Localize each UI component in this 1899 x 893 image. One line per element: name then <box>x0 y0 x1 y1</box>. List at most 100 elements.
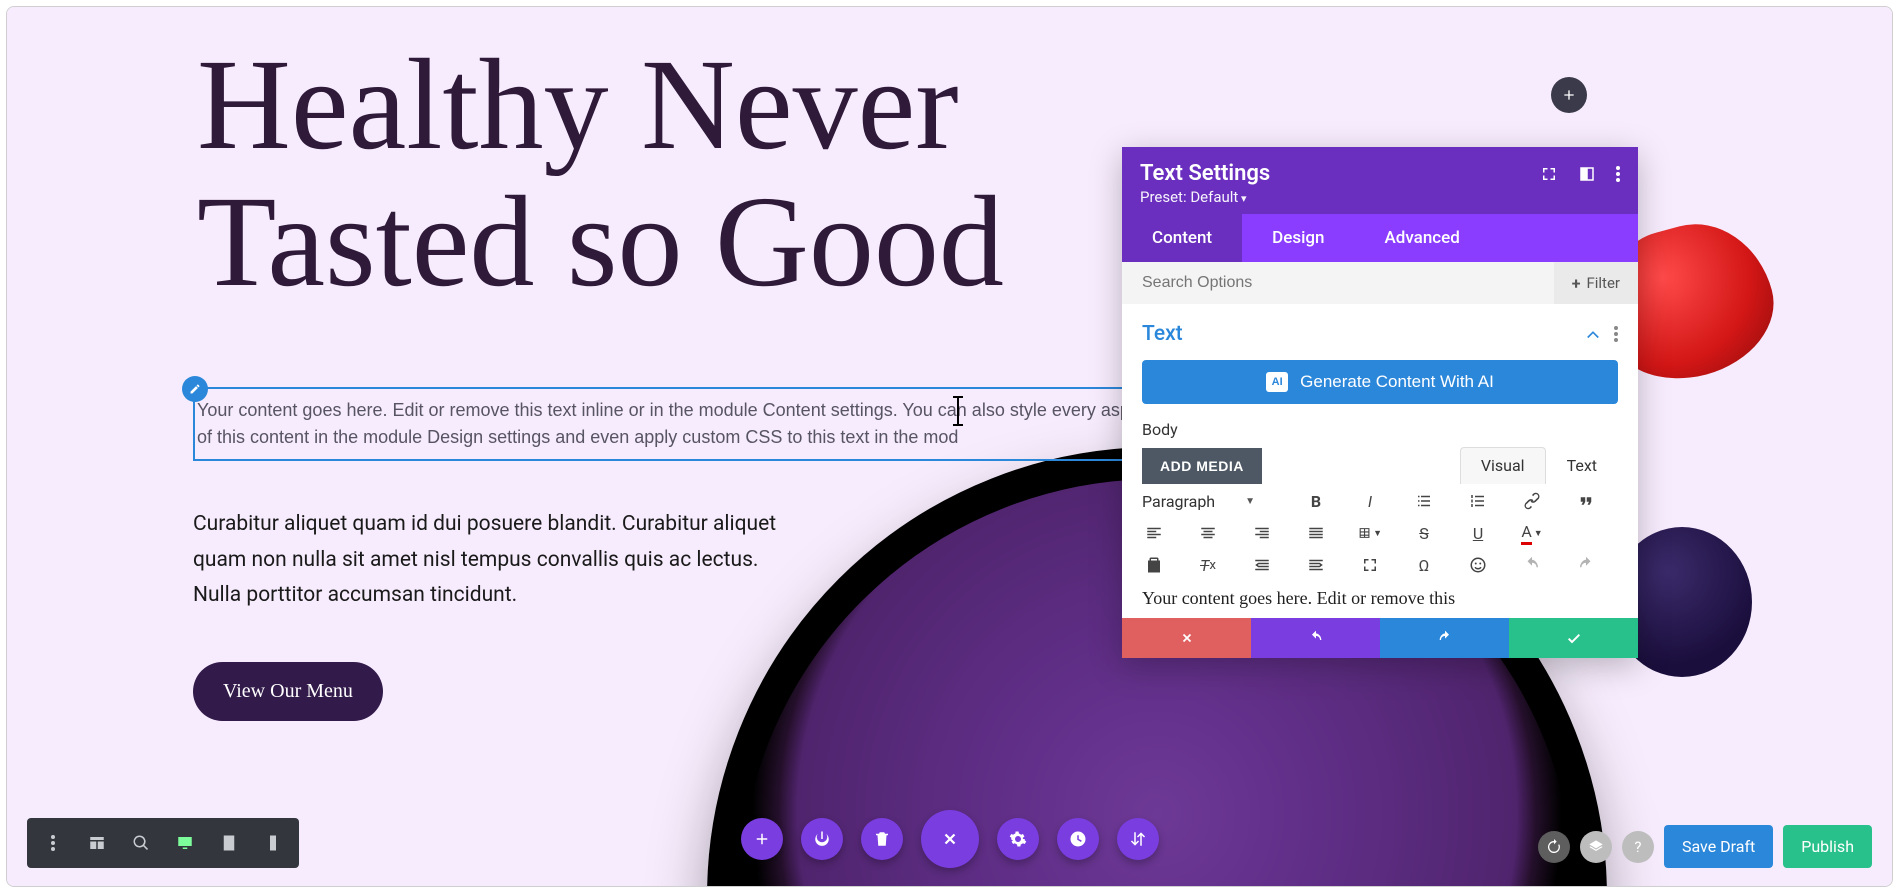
tab-advanced[interactable]: Advanced <box>1355 214 1490 262</box>
section-menu-icon[interactable] <box>1614 324 1618 344</box>
bc-delete-button[interactable] <box>861 818 903 860</box>
panel-footer <box>1122 618 1638 658</box>
special-char-button[interactable]: Ω <box>1412 554 1436 576</box>
paragraph-dropdown[interactable]: Paragraph ▼ <box>1142 492 1294 511</box>
bc-sort-button[interactable] <box>1117 818 1159 860</box>
editor-tab-visual[interactable]: Visual <box>1460 447 1546 484</box>
search-options-input[interactable] <box>1122 262 1554 304</box>
bc-power-button[interactable] <box>801 818 843 860</box>
generate-label: Generate Content With AI <box>1300 372 1494 392</box>
redo-button[interactable] <box>1574 554 1598 576</box>
plus-icon <box>753 830 771 848</box>
save-draft-button[interactable]: Save Draft <box>1664 825 1773 868</box>
tablet-view-button[interactable] <box>207 824 251 862</box>
module-edit-handle[interactable] <box>182 376 208 402</box>
indent-button[interactable] <box>1304 554 1328 576</box>
publish-area: ? Save Draft Publish <box>1538 825 1872 868</box>
redo-icon <box>1437 630 1453 646</box>
phone-view-button[interactable] <box>251 824 295 862</box>
expand-icon[interactable] <box>1540 165 1558 183</box>
page-actions-toolbar <box>741 810 1159 868</box>
publish-button[interactable]: Publish <box>1783 825 1872 868</box>
layers-icon <box>1588 839 1604 855</box>
history-revisions-button[interactable] <box>1538 831 1570 863</box>
underline-button[interactable]: U <box>1466 522 1490 544</box>
hamburger-menu-button[interactable] <box>31 824 75 862</box>
editor-tab-text[interactable]: Text <box>1546 447 1618 484</box>
panel-redo-button[interactable] <box>1380 618 1509 658</box>
view-menu-button[interactable]: View Our Menu <box>193 662 383 721</box>
help-button[interactable]: ? <box>1622 831 1654 863</box>
hero-line1: Healthy Never <box>197 37 1004 174</box>
panel-menu-icon[interactable] <box>1616 164 1620 184</box>
link-button[interactable] <box>1520 490 1544 512</box>
layers-button[interactable] <box>1580 831 1612 863</box>
undo-icon <box>1308 630 1324 646</box>
panel-cancel-button[interactable] <box>1122 618 1251 658</box>
wireframe-view-button[interactable] <box>75 824 119 862</box>
collapse-icon[interactable] <box>1586 329 1600 339</box>
panel-search-row: + Filter <box>1122 262 1638 304</box>
editor-toolbar: Paragraph ▼ B I ▼ S U <box>1142 490 1618 576</box>
table-button[interactable]: ▼ <box>1358 522 1382 544</box>
panel-header: Text Settings Preset: Default <box>1122 147 1638 214</box>
emoji-button[interactable] <box>1466 554 1490 576</box>
snap-panel-icon[interactable] <box>1578 165 1596 183</box>
bold-button[interactable]: B <box>1304 490 1328 512</box>
strikethrough-button[interactable]: S <box>1412 522 1436 544</box>
gear-icon <box>1009 830 1027 848</box>
check-icon <box>1566 630 1582 646</box>
align-right-button[interactable] <box>1250 522 1274 544</box>
sort-icon <box>1129 830 1147 848</box>
fullscreen-button[interactable] <box>1358 554 1382 576</box>
page-canvas: Healthy Never Tasted so Good Your conten… <box>7 7 1892 886</box>
trash-icon <box>873 830 891 848</box>
filter-button[interactable]: + Filter <box>1554 262 1638 304</box>
section-label-text: Text <box>1142 322 1183 346</box>
undo-button[interactable] <box>1520 554 1544 576</box>
tab-content[interactable]: Content <box>1122 214 1242 262</box>
ai-icon: AI <box>1266 372 1288 392</box>
view-toolbar <box>27 818 299 868</box>
generate-ai-button[interactable]: AI Generate Content With AI <box>1142 360 1618 404</box>
selected-text-module[interactable]: Your content goes here. Edit or remove t… <box>193 387 1177 461</box>
zoom-button[interactable] <box>119 824 163 862</box>
filter-label: Filter <box>1586 274 1620 292</box>
panel-undo-button[interactable] <box>1251 618 1380 658</box>
panel-title: Text Settings <box>1140 161 1270 186</box>
clear-formatting-button[interactable]: Tx <box>1196 554 1220 576</box>
editable-text[interactable]: Your content goes here. Edit or remove t… <box>195 397 1175 451</box>
tab-design[interactable]: Design <box>1242 214 1354 262</box>
bc-close-button[interactable] <box>921 810 979 868</box>
close-icon <box>1180 631 1194 645</box>
paste-button[interactable] <box>1142 554 1166 576</box>
preset-dropdown[interactable]: Preset: Default <box>1140 188 1620 206</box>
quote-button[interactable] <box>1574 490 1598 512</box>
align-justify-button[interactable] <box>1304 522 1328 544</box>
outdent-button[interactable] <box>1250 554 1274 576</box>
desktop-view-button[interactable] <box>163 824 207 862</box>
add-module-button[interactable] <box>1551 77 1587 113</box>
body-paragraph: Curabitur aliquet quam id dui posuere bl… <box>193 507 803 614</box>
power-icon <box>813 830 831 848</box>
panel-save-button[interactable] <box>1509 618 1638 658</box>
text-caret <box>957 397 959 425</box>
text-color-button[interactable]: A▼ <box>1520 522 1544 544</box>
clock-icon <box>1069 830 1087 848</box>
hero-heading: Healthy Never Tasted so Good <box>197 37 1004 310</box>
close-icon <box>941 830 959 848</box>
numbered-list-button[interactable] <box>1466 490 1490 512</box>
bc-settings-button[interactable] <box>997 818 1039 860</box>
italic-button[interactable]: I <box>1358 490 1382 512</box>
align-left-button[interactable] <box>1142 522 1166 544</box>
bullet-list-button[interactable] <box>1412 490 1436 512</box>
text-settings-panel: Text Settings Preset: Default Content De… <box>1122 147 1638 658</box>
bc-history-button[interactable] <box>1057 818 1099 860</box>
paragraph-label: Paragraph <box>1142 492 1215 511</box>
align-center-button[interactable] <box>1196 522 1220 544</box>
pencil-icon <box>189 383 201 395</box>
plus-icon <box>1561 87 1577 103</box>
editor-textarea[interactable]: Your content goes here. Edit or remove t… <box>1142 586 1618 610</box>
add-media-button[interactable]: ADD MEDIA <box>1142 448 1262 484</box>
bc-add-button[interactable] <box>741 818 783 860</box>
